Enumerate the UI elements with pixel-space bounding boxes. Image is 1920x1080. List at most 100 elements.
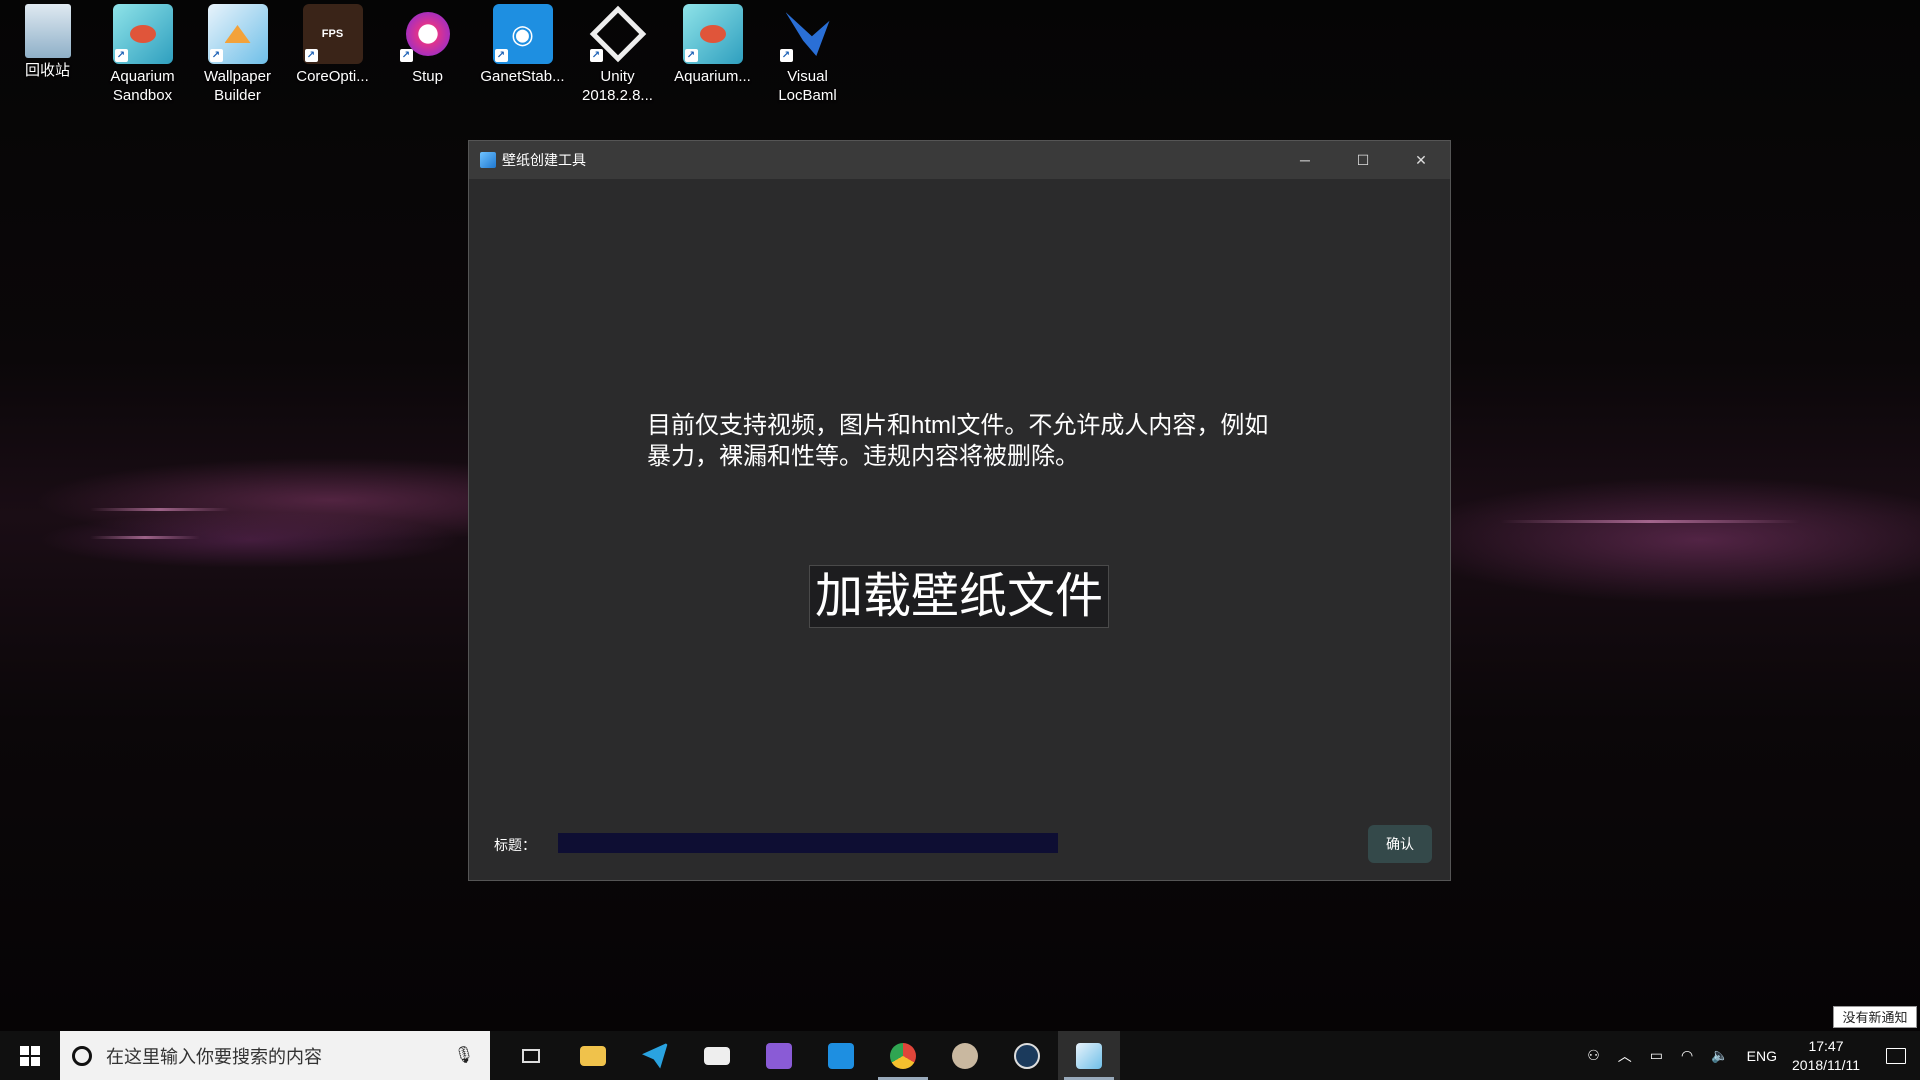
close-button[interactable]: ✕ — [1392, 141, 1450, 179]
desktop-icon-label: CoreOpti... — [296, 67, 369, 86]
desktop-icon-label: Stup — [412, 67, 443, 86]
steam-icon — [1014, 1043, 1040, 1069]
stup-icon: ↗ — [398, 4, 458, 64]
wallpaper-streak — [1500, 520, 1800, 523]
start-button[interactable] — [0, 1031, 60, 1080]
shortcut-arrow-icon: ↗ — [400, 49, 413, 62]
taskbar-mail[interactable] — [686, 1031, 748, 1080]
content-policy-message: 目前仅支持视频，图片和html文件。不允许成人内容，例如暴力，裸漏和性等。违规内… — [647, 410, 1287, 472]
telegram-icon — [642, 1043, 668, 1069]
desktop-icon-unity[interactable]: ↗ Unity 2018.2.8... — [570, 4, 665, 105]
desktop-icon-label: Aquarium... — [674, 67, 751, 86]
window-controls: ─ ☐ ✕ — [1276, 141, 1450, 179]
title-row: 标题： 确认 — [469, 823, 1450, 863]
unity-hub-icon — [952, 1043, 978, 1069]
desktop-icon-aquarium[interactable]: ↗ Aquarium... — [665, 4, 760, 105]
shortcut-arrow-icon: ↗ — [115, 49, 128, 62]
desktop-icon-label: Unity 2018.2.8... — [570, 67, 665, 105]
wallpaper-streak — [90, 508, 230, 511]
shortcut-arrow-icon: ↗ — [685, 49, 698, 62]
aquarium-icon: ↗ — [683, 4, 743, 64]
signal-app-icon — [828, 1043, 854, 1069]
cortana-icon — [72, 1046, 92, 1066]
visual-studio-icon — [766, 1043, 792, 1069]
shortcut-arrow-icon: ↗ — [590, 49, 603, 62]
minimize-button[interactable]: ─ — [1276, 141, 1334, 179]
taskbar-chrome[interactable] — [872, 1031, 934, 1080]
taskbar-clock[interactable]: 17:47 2018/11/11 — [1792, 1037, 1860, 1075]
antenna-icon: ◉ — [511, 19, 534, 50]
shortcut-arrow-icon: ↗ — [780, 49, 793, 62]
search-placeholder: 在这里输入你要搜索的内容 — [106, 1043, 322, 1069]
app-icon — [480, 152, 496, 168]
volume-icon[interactable]: 🔈 — [1711, 1047, 1728, 1064]
wallpaper-streak — [90, 536, 200, 539]
taskbar-wallpaper-tool[interactable] — [1058, 1031, 1120, 1080]
wallpaper-builder-icon: ↗ — [208, 4, 268, 64]
shortcut-arrow-icon: ↗ — [210, 49, 223, 62]
clock-date: 2018/11/11 — [1792, 1056, 1860, 1075]
input-language[interactable]: ENG — [1747, 1048, 1777, 1064]
desktop-icon-label: Aquarium Sandbox — [95, 67, 190, 105]
people-icon[interactable]: ⚇ — [1587, 1047, 1600, 1064]
desktop: 回收站 ↗ Aquarium Sandbox ↗ Wallpaper Build… — [0, 0, 1920, 1031]
battery-icon[interactable]: ▭ — [1650, 1047, 1663, 1064]
desktop-icon-coreopti[interactable]: FPS ↗ CoreOpti... — [285, 4, 380, 105]
shortcut-arrow-icon: ↗ — [495, 49, 508, 62]
mountain-icon — [225, 25, 251, 43]
desktop-icon-label: Visual LocBaml — [760, 67, 855, 105]
recycle-bin-icon — [25, 4, 71, 58]
desktop-icon-label: 回收站 — [25, 61, 70, 80]
maximize-button[interactable]: ☐ — [1334, 141, 1392, 179]
aquarium-icon: ↗ — [113, 4, 173, 64]
confirm-button[interactable]: 确认 — [1368, 825, 1432, 863]
desktop-icons: 回收站 ↗ Aquarium Sandbox ↗ Wallpaper Build… — [0, 4, 855, 105]
notification-tooltip: 没有新通知 — [1833, 1006, 1917, 1028]
task-view-button[interactable] — [500, 1031, 562, 1080]
desktop-icon-label: Wallpaper Builder — [190, 67, 285, 105]
show-hidden-icons-chevron-icon[interactable]: ︿ — [1618, 1046, 1632, 1066]
microphone-icon[interactable]: 🎙 — [454, 1045, 474, 1065]
taskbar-signal-app[interactable] — [810, 1031, 872, 1080]
network-icon[interactable]: ◠ — [1681, 1047, 1693, 1064]
desktop-icon-stup[interactable]: ↗ Stup — [380, 4, 475, 105]
fish-icon — [700, 25, 726, 43]
signal-icon: ◉ ↗ — [493, 4, 553, 64]
wallpaper-tool-icon — [1076, 1043, 1102, 1069]
shortcut-arrow-icon: ↗ — [305, 49, 318, 62]
action-center-button[interactable] — [1872, 1031, 1920, 1080]
title-label: 标题： — [494, 835, 536, 855]
taskbar-unity-hub[interactable] — [934, 1031, 996, 1080]
mail-icon — [704, 1047, 730, 1065]
windows-logo-icon — [20, 1046, 40, 1066]
desktop-icon-label: GanetStab... — [480, 67, 564, 86]
chrome-icon — [890, 1043, 916, 1069]
taskbar: 在这里输入你要搜索的内容 🎙 — [0, 1031, 1920, 1080]
desktop-icon-aquarium-sandbox[interactable]: ↗ Aquarium Sandbox — [95, 4, 190, 105]
bird-icon: ↗ — [778, 4, 838, 64]
taskbar-apps — [500, 1031, 1120, 1080]
clock-time: 17:47 — [1792, 1037, 1860, 1056]
title-input[interactable] — [558, 833, 1058, 853]
fps-text: FPS — [322, 28, 343, 40]
notification-icon — [1886, 1048, 1906, 1064]
desktop-icon-recycle-bin[interactable]: 回收站 — [0, 4, 95, 105]
taskbar-steam[interactable] — [996, 1031, 1058, 1080]
taskbar-telegram[interactable] — [624, 1031, 686, 1080]
fps-icon: FPS ↗ — [303, 4, 363, 64]
desktop-icon-wallpaper-builder[interactable]: ↗ Wallpaper Builder — [190, 4, 285, 105]
wallpaper-creator-window: 壁纸创建工具 ─ ☐ ✕ 目前仅支持视频，图片和html文件。不允许成人内容，例… — [468, 140, 1451, 881]
load-wallpaper-button[interactable]: 加载壁纸文件 — [809, 565, 1109, 628]
file-explorer-icon — [580, 1046, 606, 1066]
task-view-icon — [522, 1049, 540, 1063]
fish-icon — [130, 25, 156, 43]
desktop-icon-visual-locbaml[interactable]: ↗ Visual LocBaml — [760, 4, 855, 105]
window-titlebar[interactable]: 壁纸创建工具 ─ ☐ ✕ — [469, 141, 1450, 179]
taskbar-search[interactable]: 在这里输入你要搜索的内容 🎙 — [60, 1031, 490, 1080]
window-title: 壁纸创建工具 — [502, 150, 586, 170]
taskbar-file-explorer[interactable] — [562, 1031, 624, 1080]
desktop-icon-ganetstab[interactable]: ◉ ↗ GanetStab... — [475, 4, 570, 105]
system-tray: ⚇ ︿ ▭ ◠ 🔈 ENG 17:47 2018/11/11 — [1578, 1031, 1920, 1080]
taskbar-visual-studio[interactable] — [748, 1031, 810, 1080]
unity-icon: ↗ — [588, 4, 648, 64]
